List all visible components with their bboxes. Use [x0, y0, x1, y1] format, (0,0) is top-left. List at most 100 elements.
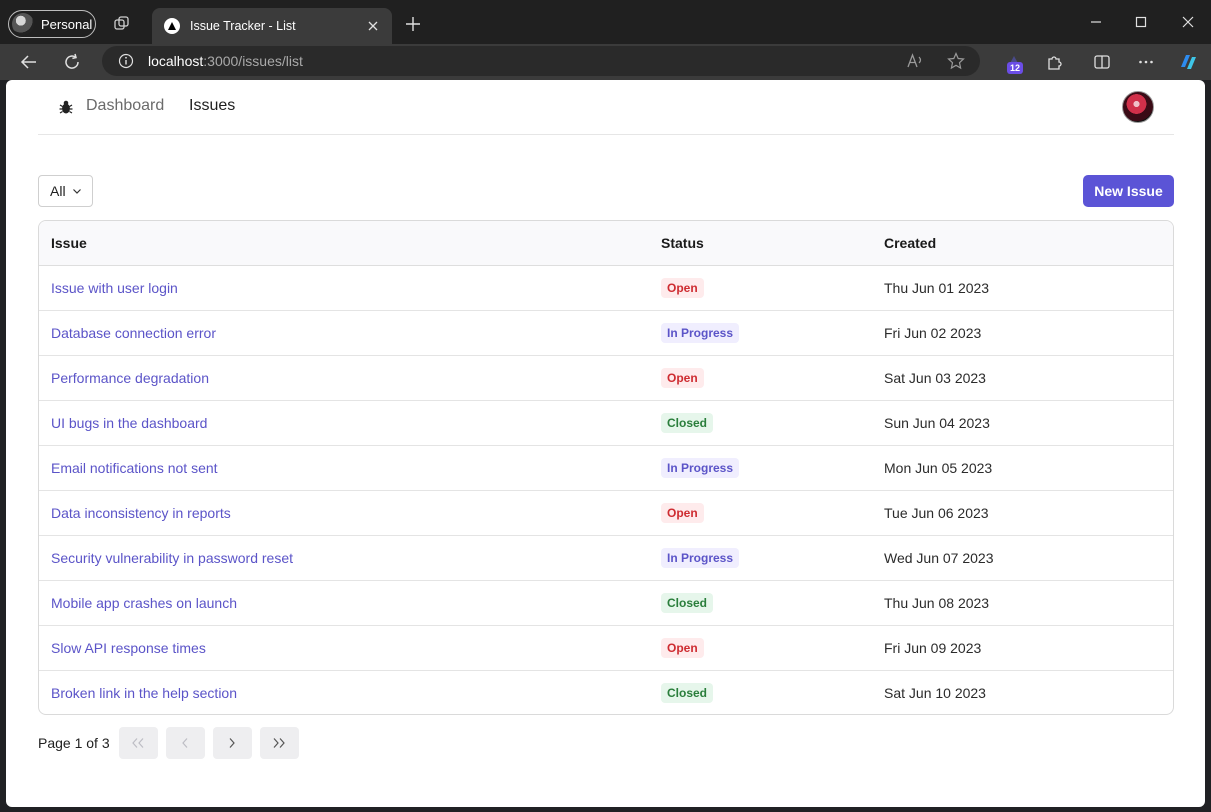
- refresh-icon[interactable]: [58, 48, 86, 76]
- status-badge: Open: [661, 637, 704, 658]
- profile-button[interactable]: Personal: [8, 10, 96, 38]
- double-chevron-right-icon: [273, 738, 285, 748]
- status-cell: Closed: [649, 399, 872, 445]
- url-host: localhost: [148, 53, 204, 69]
- status-cell: Closed: [649, 669, 872, 714]
- created-date-cell: Sat Jun 10 2023: [872, 669, 1173, 714]
- status-badge: In Progress: [661, 547, 740, 568]
- extension-badge: 12: [1007, 62, 1023, 74]
- url-path: :3000/issues/list: [203, 53, 303, 69]
- back-icon[interactable]: [15, 48, 43, 76]
- created-date-cell: Sun Jun 04 2023: [872, 399, 1173, 445]
- status-cell: Closed: [649, 579, 872, 625]
- issue-cell: Broken link in the help section: [39, 669, 649, 714]
- next-page-button[interactable]: [212, 727, 252, 759]
- nav-link-dashboard[interactable]: Dashboard: [86, 97, 164, 115]
- status-cell: In Progress: [649, 309, 872, 355]
- created-date-cell: Sat Jun 03 2023: [872, 354, 1173, 400]
- column-header-status[interactable]: Status: [649, 221, 872, 266]
- issue-title-link[interactable]: UI bugs in the dashboard: [51, 415, 207, 431]
- status-filter-select[interactable]: All: [38, 175, 93, 207]
- table-header-row: Issue Status Created: [39, 221, 1173, 266]
- status-badge: In Progress: [661, 322, 740, 343]
- issue-title-link[interactable]: Performance degradation: [51, 370, 209, 386]
- address-bar[interactable]: localhost:3000/issues/list: [102, 46, 980, 76]
- issue-title-link[interactable]: Issue with user login: [51, 280, 178, 296]
- issue-title-link[interactable]: Security vulnerability in password reset: [51, 550, 293, 566]
- issue-cell: Performance degradation: [39, 354, 649, 400]
- table-row: Mobile app crashes on launch Closed Thu Ju…: [39, 579, 1173, 625]
- issue-cell: Security vulnerability in password reset: [39, 534, 649, 580]
- copilot-icon[interactable]: [1174, 48, 1202, 76]
- read-aloud-icon[interactable]: [904, 50, 926, 72]
- column-header-issue[interactable]: Issue: [39, 221, 649, 266]
- table-row: Email notifications not sent In Progress M…: [39, 444, 1173, 490]
- browser-tab-active[interactable]: Issue Tracker - List: [152, 8, 392, 44]
- nextjs-favicon-icon: [164, 18, 180, 34]
- issue-title-link[interactable]: Data inconsistency in reports: [51, 505, 231, 521]
- status-badge: Closed: [661, 412, 714, 433]
- previous-page-button[interactable]: [165, 727, 205, 759]
- chevron-down-icon: [72, 186, 82, 196]
- minimize-icon[interactable]: [1084, 10, 1108, 34]
- maximize-icon[interactable]: [1129, 10, 1153, 34]
- issue-cell: Mobile app crashes on launch: [39, 579, 649, 625]
- created-date-cell: Wed Jun 07 2023: [872, 534, 1173, 580]
- status-cell: In Progress: [649, 444, 872, 490]
- new-tab-icon[interactable]: [402, 13, 424, 35]
- browser-tab-bar: Personal Issue Tracker - List: [0, 0, 1211, 44]
- created-date-cell: Fri Jun 02 2023: [872, 309, 1173, 355]
- new-issue-button[interactable]: New Issue: [1083, 175, 1174, 207]
- profile-avatar: [12, 13, 34, 35]
- status-badge: Open: [661, 367, 704, 388]
- issue-cell: Data inconsistency in reports: [39, 489, 649, 535]
- created-date-cell: Fri Jun 09 2023: [872, 624, 1173, 670]
- table-row: Database connection error In Progress Fri …: [39, 309, 1173, 355]
- issue-cell: Slow API response times: [39, 624, 649, 670]
- workspaces-icon[interactable]: [110, 12, 134, 36]
- status-cell: In Progress: [649, 534, 872, 580]
- user-avatar[interactable]: [1122, 91, 1154, 123]
- tab-close-icon[interactable]: [364, 17, 382, 35]
- column-header-created[interactable]: Created: [872, 221, 1173, 266]
- created-date-cell: Mon Jun 05 2023: [872, 444, 1173, 490]
- page-viewport: Dashboard Issues All New Issue Issue Sta…: [6, 80, 1205, 807]
- table-row: Security vulnerability in password reset…: [39, 534, 1173, 580]
- created-date-cell: Tue Jun 06 2023: [872, 489, 1173, 535]
- extensions-puzzle-icon[interactable]: [1040, 48, 1068, 76]
- table-row: Data inconsistency in reports Open Tue Jun…: [39, 489, 1173, 535]
- table-row: Issue with user login Open Thu Jun 01 2023: [39, 265, 1173, 310]
- pagination: Page 1 of 3: [38, 727, 307, 759]
- window-close-icon[interactable]: [1176, 10, 1200, 34]
- created-date-cell: Thu Jun 01 2023: [884, 279, 990, 296]
- last-page-button[interactable]: [259, 727, 299, 759]
- table-row: Slow API response times Open Fri Jun 09 20…: [39, 624, 1173, 670]
- created-date-cell: Thu Jun 08 2023: [872, 579, 1173, 625]
- status-filter-value: All: [50, 183, 66, 199]
- more-options-icon[interactable]: [1132, 48, 1160, 76]
- issue-title-link[interactable]: Mobile app crashes on launch: [51, 595, 237, 611]
- issue-title-link[interactable]: Broken link in the help section: [51, 685, 237, 701]
- issue-title-link[interactable]: Database connection error: [51, 325, 216, 341]
- bug-logo-icon[interactable]: [58, 99, 74, 115]
- status-badge: Open: [661, 277, 704, 298]
- status-badge: Closed: [661, 682, 714, 703]
- favorite-star-icon[interactable]: [945, 50, 967, 72]
- status-cell: Open: [649, 624, 872, 670]
- split-screen-icon[interactable]: [1088, 48, 1116, 76]
- status-badge: Open: [661, 502, 704, 523]
- issue-title-link[interactable]: Email notifications not sent: [51, 460, 218, 476]
- first-page-button[interactable]: [118, 727, 158, 759]
- browser-toolbar: localhost:3000/issues/list: [0, 44, 1211, 80]
- profile-label: Personal: [41, 16, 93, 32]
- issue-title-link[interactable]: Slow API response times: [51, 640, 206, 656]
- app-navbar: Dashboard Issues: [38, 80, 1174, 135]
- nav-link-issues[interactable]: Issues: [189, 97, 235, 115]
- site-info-icon[interactable]: [118, 53, 134, 69]
- issue-cell: Email notifications not sent: [39, 444, 649, 490]
- status-cell: Open: [649, 265, 872, 310]
- issue-cell: UI bugs in the dashboard: [39, 399, 649, 445]
- issue-cell: Database connection error: [39, 309, 649, 355]
- table-row: Broken link in the help section Closed Sat…: [39, 669, 1173, 714]
- status-badge: In Progress: [661, 457, 740, 478]
